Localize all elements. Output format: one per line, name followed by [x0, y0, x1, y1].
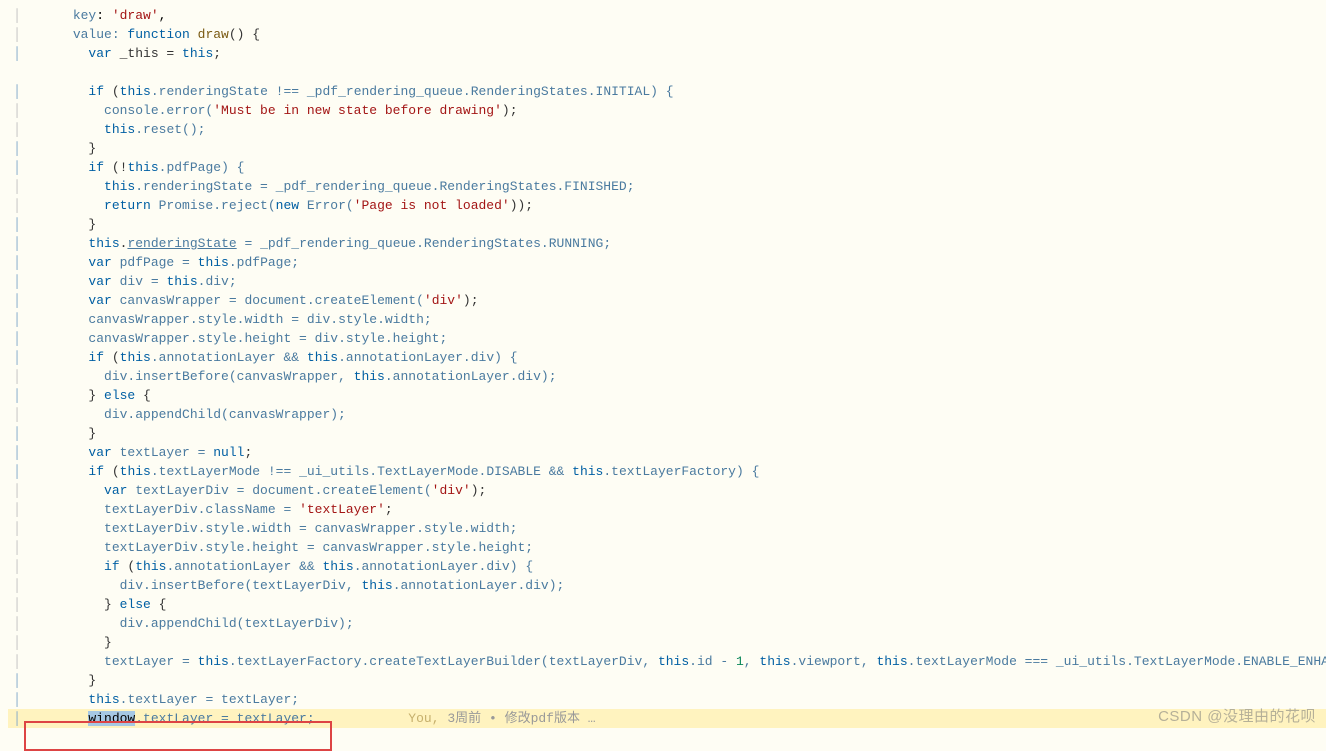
code-line: │ var pdfPage = this.pdfPage;: [8, 255, 299, 270]
code-line: │ div.appendChild(canvasWrapper);: [8, 407, 346, 422]
code-line: │ return Promise.reject(new Error('Page …: [8, 198, 533, 213]
code-line: │ }: [8, 635, 112, 650]
code-line: │ }: [8, 141, 96, 156]
blame-message: 修改pdf版本 …: [505, 711, 596, 726]
code-line: │ if (this.textLayerMode !== _ui_utils.T…: [8, 464, 759, 479]
code-line: │ value: function draw() {: [8, 27, 260, 42]
code-line: │ textLayerDiv.style.height = canvasWrap…: [8, 540, 533, 555]
code-line: │ textLayerDiv.className = 'textLayer';: [8, 502, 393, 517]
code-line: │ if (!this.pdfPage) {: [8, 160, 244, 175]
code-line: │ div.insertBefore(canvasWrapper, this.a…: [8, 369, 557, 384]
code-line: │ div.appendChild(textLayerDiv);: [8, 616, 354, 631]
highlight-box: [24, 721, 332, 751]
code-line: │ key: 'draw',: [8, 8, 166, 23]
code-line: │ console.error('Must be in new state be…: [8, 103, 518, 118]
code-line: │ }: [8, 426, 96, 441]
code-line: │ textLayer = this.textLayerFactory.crea…: [8, 654, 1326, 669]
code-line: │ }: [8, 217, 96, 232]
code-line: │ var textLayerDiv = document.createElem…: [8, 483, 486, 498]
code-line: │ }: [8, 673, 96, 688]
code-line: │ var canvasWrapper = document.createEle…: [8, 293, 479, 308]
code-line: │ var div = this.div;: [8, 274, 237, 289]
code-block[interactable]: │ key: 'draw', │ value: function draw() …: [0, 0, 1326, 747]
code-line: │ canvasWrapper.style.width = div.style.…: [8, 312, 432, 327]
code-line: │ textLayerDiv.style.width = canvasWrapp…: [8, 521, 517, 536]
code-line: │ this.textLayer = textLayer;: [8, 692, 299, 707]
watermark: CSDN @没理由的花呗: [1158, 705, 1316, 726]
blame-time: 3周前: [447, 711, 481, 726]
code-line: │ var textLayer = null;: [8, 445, 252, 460]
code-line: │ this.reset();: [8, 122, 205, 137]
code-line: │ if (this.annotationLayer && this.annot…: [8, 559, 533, 574]
blame-author: You,: [408, 711, 439, 726]
code-line: │ var _this = this;: [8, 46, 221, 61]
code-line: │ } else {: [8, 388, 151, 403]
code-line: │ this.renderingState = _pdf_rendering_q…: [8, 179, 635, 194]
code-line: │ if (this.renderingState !== _pdf_rende…: [8, 84, 674, 99]
code-line: │ div.insertBefore(textLayerDiv, this.an…: [8, 578, 564, 593]
code-line: │ if (this.annotationLayer && this.annot…: [8, 350, 518, 365]
code-line: │ this.renderingState = _pdf_rendering_q…: [8, 236, 611, 251]
code-line: │ canvasWrapper.style.height = div.style…: [8, 331, 447, 346]
code-line: [8, 65, 26, 80]
code-line: │ } else {: [8, 597, 166, 612]
